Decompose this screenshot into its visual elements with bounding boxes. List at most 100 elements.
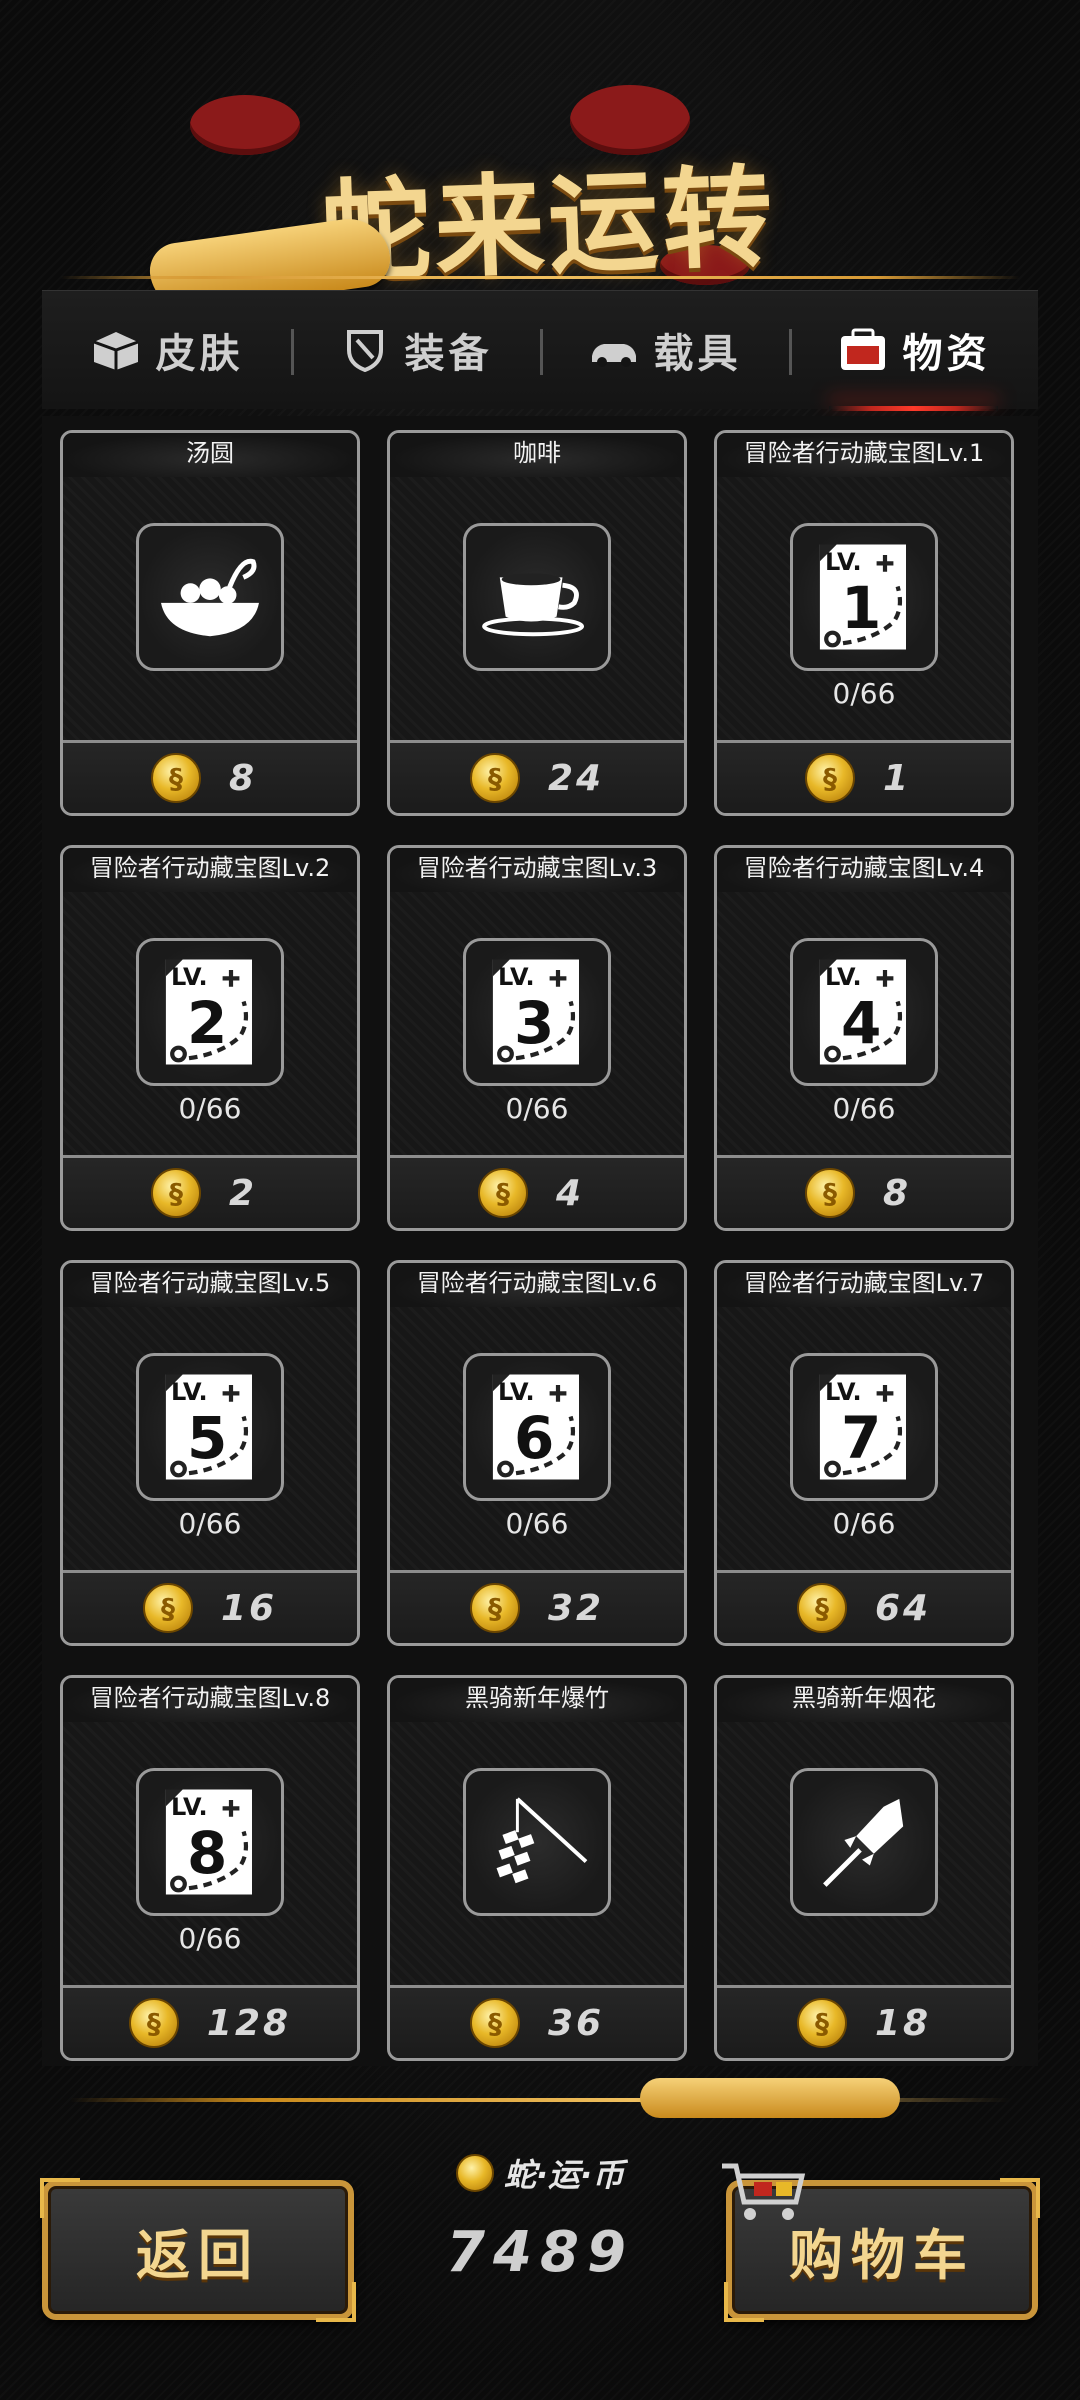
item-name: 冒险者行动藏宝图Lv.3 xyxy=(390,848,684,892)
item-icon-frame xyxy=(136,523,284,671)
item-card[interactable]: 冒险者行动藏宝图Lv.5 LV. 5 0/66 § 16 xyxy=(60,1260,360,1646)
currency-display: 蛇·运·币 7489 xyxy=(380,2150,700,2320)
coin-icon: § xyxy=(469,753,520,803)
item-name: 冒险者行动藏宝图Lv.2 xyxy=(63,848,357,892)
car-icon xyxy=(591,344,636,367)
treasure-map-icon: LV. 4 xyxy=(801,949,927,1075)
item-card[interactable]: 汤圆 § 8 xyxy=(60,430,360,816)
corner-ornament xyxy=(316,2282,356,2322)
item-name: 冒险者行动藏宝图Lv.1 xyxy=(717,433,1011,477)
item-name: 冒险者行动藏宝图Lv.7 xyxy=(717,1263,1011,1307)
item-icon-frame: LV. 5 xyxy=(136,1353,284,1501)
item-icon-frame: LV. 6 xyxy=(463,1353,611,1501)
currency-title: 蛇·运·币 xyxy=(380,2150,700,2196)
item-progress: 0/66 xyxy=(178,1507,242,1540)
shopping-cart-button-label: 购物车 xyxy=(789,2222,975,2287)
tab-skins[interactable]: 皮肤 xyxy=(42,291,291,409)
map-level-number: 2 xyxy=(187,989,228,1057)
item-card[interactable]: 黑骑新年爆竹 § 36 xyxy=(387,1675,687,2061)
item-name: 冒险者行动藏宝图Lv.5 xyxy=(63,1263,357,1307)
golden-snake-bottom-decoration xyxy=(640,2078,900,2118)
item-name: 冒险者行动藏宝图Lv.6 xyxy=(390,1263,684,1307)
tab-supplies-label: 物资 xyxy=(902,331,991,377)
item-card[interactable]: 冒险者行动藏宝图Lv.2 LV. 2 0/66 § 2 xyxy=(60,845,360,1231)
map-level-prefix: LV. xyxy=(171,1793,208,1821)
tab-vehicles-label: 载具 xyxy=(653,331,742,377)
item-card[interactable]: 冒险者行动藏宝图Lv.8 LV. 8 0/66 § 128 xyxy=(60,1675,360,2061)
item-name: 冒险者行动藏宝图Lv.4 xyxy=(717,848,1011,892)
item-card[interactable]: 黑骑新年烟花 § 18 xyxy=(714,1675,1014,2061)
map-level-prefix: LV. xyxy=(171,963,208,991)
item-body: LV. 4 0/66 xyxy=(717,892,1011,1180)
firework-rocket-icon xyxy=(805,1793,923,1891)
item-progress: 0/66 xyxy=(832,1507,896,1540)
item-progress: 0/66 xyxy=(178,1922,242,1955)
item-progress: 0/66 xyxy=(832,1092,896,1125)
treasure-map-icon: LV. 3 xyxy=(474,949,600,1075)
coin-icon: § xyxy=(151,753,201,803)
corner-ornament xyxy=(40,2178,80,2218)
item-name: 冒险者行动藏宝图Lv.8 xyxy=(63,1678,357,1722)
tangyuan-bowl-icon xyxy=(151,548,269,646)
treasure-map-icon: LV. 8 xyxy=(147,1779,273,1905)
item-grid: 汤圆 § 8 咖啡 § 24 冒险者行动藏宝图Lv.1 LV. 1 0/66 § 1 冒险者行动藏宝图L… xyxy=(42,416,1038,2066)
item-card[interactable]: 冒险者行动藏宝图Lv.1 LV. 1 0/66 § 1 xyxy=(714,430,1014,816)
tab-equipment[interactable]: 装备 xyxy=(291,291,540,409)
item-body: LV. 6 0/66 xyxy=(390,1307,684,1595)
item-name: 汤圆 xyxy=(63,433,357,477)
item-icon-frame: LV. 2 xyxy=(136,938,284,1086)
coin-icon: § xyxy=(805,753,855,803)
item-card[interactable]: 咖啡 § 24 xyxy=(387,430,687,816)
back-button-label: 返回 xyxy=(136,2222,260,2287)
currency-amount: 7489 xyxy=(446,2220,634,2285)
item-card[interactable]: 冒险者行动藏宝图Lv.7 LV. 7 0/66 § 64 xyxy=(714,1260,1014,1646)
map-level-number: 1 xyxy=(841,574,882,642)
item-price-bar: § 24 xyxy=(390,740,684,813)
treasure-map-icon: LV. 1 xyxy=(801,534,927,660)
item-icon-frame: LV. 4 xyxy=(790,938,938,1086)
map-level-prefix: LV. xyxy=(498,963,535,991)
item-price: 16 xyxy=(220,1587,278,1629)
currency-name: 蛇·运·币 xyxy=(503,2156,625,2194)
back-button[interactable]: 返回 xyxy=(40,2178,356,2322)
shopping-cart-button[interactable]: 购物车 xyxy=(722,2163,1040,2322)
treasure-map-icon: LV. 7 xyxy=(801,1364,927,1490)
firecracker-icon xyxy=(478,1793,596,1891)
coin-icon: § xyxy=(142,1583,193,1633)
cart-icon xyxy=(722,2163,806,2220)
map-level-number: 6 xyxy=(514,1404,555,1472)
item-body xyxy=(63,477,357,765)
item-name: 黑骑新年爆竹 xyxy=(390,1678,684,1722)
tab-supplies[interactable]: 物资 xyxy=(789,291,1038,411)
item-name: 咖啡 xyxy=(390,433,684,477)
treasure-map-icon: LV. 2 xyxy=(147,949,273,1075)
corner-ornament xyxy=(1000,2178,1040,2218)
item-icon-frame: LV. 1 xyxy=(790,523,938,671)
coin-icon: § xyxy=(805,1168,855,1218)
map-level-prefix: LV. xyxy=(825,548,862,576)
item-progress: 0/66 xyxy=(505,1092,569,1125)
item-price: 24 xyxy=(547,757,605,799)
item-price: 32 xyxy=(547,1587,605,1629)
tab-vehicles[interactable]: 载具 xyxy=(540,291,789,409)
title-divider xyxy=(60,276,1020,279)
box-icon xyxy=(92,332,139,370)
coin-icon: § xyxy=(478,1168,528,1218)
item-price: 4 xyxy=(556,1172,585,1214)
title-banner: 蛇来运转 xyxy=(0,85,1080,317)
item-price: 36 xyxy=(547,2002,605,2044)
item-progress: 0/66 xyxy=(832,677,896,710)
item-body: LV. 7 0/66 xyxy=(717,1307,1011,1595)
item-price: 64 xyxy=(874,1587,932,1629)
item-body xyxy=(390,477,684,765)
item-card[interactable]: 冒险者行动藏宝图Lv.6 LV. 6 0/66 § 32 xyxy=(387,1260,687,1646)
item-icon-frame: LV. 7 xyxy=(790,1353,938,1501)
item-card[interactable]: 冒险者行动藏宝图Lv.4 LV. 4 0/66 § 8 xyxy=(714,845,1014,1231)
map-level-prefix: LV. xyxy=(825,1378,862,1406)
category-tabs: 皮肤 装备 载具 物资 xyxy=(42,290,1038,411)
item-price-bar: § 8 xyxy=(63,740,357,813)
coin-icon xyxy=(455,2154,494,2192)
map-level-number: 7 xyxy=(841,1404,882,1472)
item-card[interactable]: 冒险者行动藏宝图Lv.3 LV. 3 0/66 § 4 xyxy=(387,845,687,1231)
tab-equipment-label: 装备 xyxy=(404,331,493,377)
